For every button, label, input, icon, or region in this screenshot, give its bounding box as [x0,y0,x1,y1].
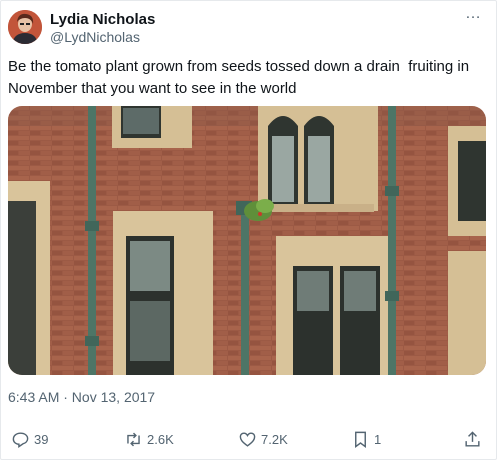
share-icon [465,431,480,447]
bookmark-count: 1 [374,432,382,447]
tweet-timestamp[interactable]: 6:43 AM · Nov 13, 2017 [8,389,155,405]
display-name[interactable]: Lydia Nicholas [50,11,155,28]
action-bar: 39 2.6K 7.2K 1 [1,424,498,454]
bookmark-button[interactable]: 1 [351,430,381,449]
bookmark-icon [355,431,366,449]
like-count: 7.2K [261,432,288,447]
tweet-card: Lydia Nicholas @LydNicholas … Be the tom… [0,0,497,460]
retweet-icon [127,432,140,447]
share-button[interactable] [463,430,486,449]
like-button[interactable]: 7.2K [238,430,288,449]
retweet-count: 2.6K [147,432,174,447]
user-handle[interactable]: @LydNicholas [50,29,140,45]
more-options-icon[interactable]: … [465,6,482,22]
tweet-text: Be the tomato plant grown from seeds tos… [8,58,474,97]
heart-icon [239,432,256,447]
reply-button[interactable]: 39 [11,430,48,449]
avatar[interactable] [8,10,42,44]
tweet-photo[interactable] [8,106,486,375]
reply-count: 39 [34,432,49,447]
retweet-button[interactable]: 2.6K [124,430,174,449]
reply-icon [12,432,29,448]
